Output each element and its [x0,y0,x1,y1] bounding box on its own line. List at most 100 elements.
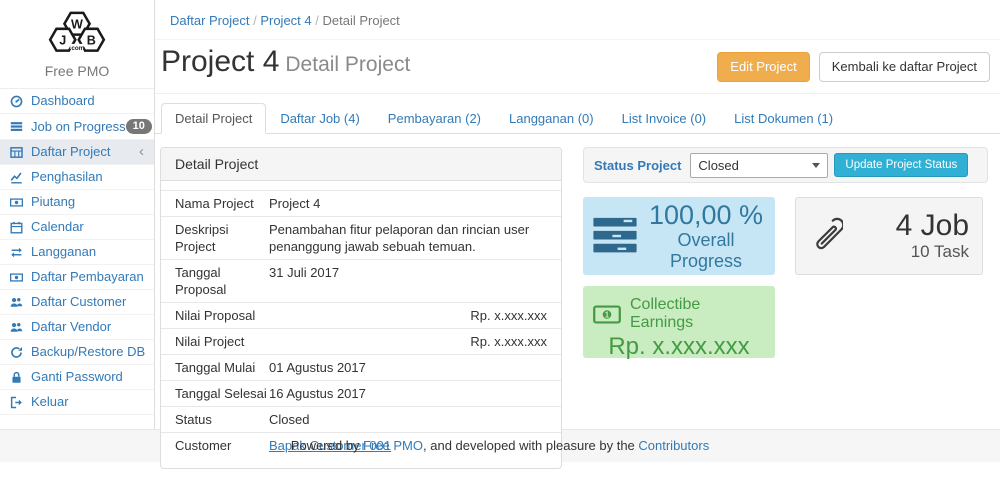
free-pmo-app: W J B .com Free PMO Dashboard [0,0,1000,478]
tab-label: Langganan (0) [495,103,608,134]
update-project-status-button[interactable]: Update Project Status [834,153,968,177]
detail-row-status: Status Closed [161,406,561,432]
sidebar-item-label: Penghasilan [31,170,103,184]
sidebar: W J B .com Free PMO Dashboard [0,0,155,429]
sidebar-item-dashboard[interactable]: Dashboard [0,89,154,114]
breadcrumb-item-daftar-project: Daftar Project / [170,13,260,28]
sidebar-item-label: Dashboard [31,94,95,108]
users-icon [10,320,25,334]
contributors-link[interactable]: Contributors [638,438,709,453]
back-to-project-list-button[interactable]: Kembali ke daftar Project [819,52,990,82]
sidebar-item-label: Daftar Customer [31,295,126,309]
header-buttons: Edit Project Kembali ke daftar Project [717,52,990,82]
progress-text: 100,00 % Overall Progress [647,200,765,272]
sidebar-item-label: Daftar Pembayaran [31,270,144,284]
jwb-hexagon-logo-icon: W J B .com [34,7,120,59]
tab-pembayaran-2[interactable]: Pembayaran (2) [374,103,495,134]
svg-text:W: W [71,17,83,31]
tab-label: Detail Project [161,103,266,134]
chevron-left-icon: ‹ [139,147,144,157]
field-label: Customer [175,437,269,454]
detail-row-tanggal-mulai: Tanggal Mulai 01 Agustus 2017 [161,354,561,380]
caret-down-icon [812,163,820,168]
field-value: 31 Juli 2017 [269,264,547,298]
earnings-header: 1 Collectibe Earnings [593,296,765,332]
sidebar-item-langganan[interactable]: Langganan [0,240,154,265]
detail-row-nilai-project: Nilai Project Rp. x.xxx.xxx [161,328,561,354]
field-label: Deskripsi Project [175,221,269,255]
field-label: Nilai Proposal [175,307,269,324]
earnings-label: Collectibe Earnings [630,296,765,332]
sidebar-item-backup-restore-db[interactable]: Backup/Restore DB [0,340,154,365]
svg-text:J: J [59,33,66,47]
sidebar-item-keluar[interactable]: Keluar [0,390,154,415]
tab-label: Pembayaran (2) [374,103,495,134]
breadcrumb-separator: / [312,13,323,28]
table-icon [10,145,25,159]
sidebar-item-label: Daftar Vendor [31,320,111,334]
field-label: Status [175,411,269,428]
stats-row: 100,00 % Overall Progress 4 [583,197,988,275]
breadcrumb-label[interactable]: Project 4 [260,13,311,28]
sidebar-item-calendar[interactable]: Calendar [0,215,154,240]
edit-project-button[interactable]: Edit Project [717,52,809,82]
tab-list-invoice-0[interactable]: List Invoice (0) [608,103,721,134]
tab-detail-project[interactable]: Detail Project [161,103,266,134]
tab-label: List Dokumen (1) [720,103,847,134]
refresh-icon [10,345,25,359]
svg-text:B: B [87,33,96,47]
detail-table: Nama Project Project 4 Deskripsi Project… [161,181,561,468]
field-label: Tanggal Proposal [175,264,269,298]
field-value: 01 Agustus 2017 [269,359,547,376]
breadcrumb-label[interactable]: Daftar Project [170,13,249,28]
sidebar-item-job-on-progress[interactable]: Job on Progress 10 [0,114,154,140]
breadcrumb-label: Detail Project [322,13,399,28]
tab-label: List Invoice (0) [608,103,721,134]
sidebar-item-ganti-password[interactable]: Ganti Password [0,365,154,390]
status-select[interactable]: Closed [690,153,828,178]
money-icon [10,270,25,284]
field-value: Closed [269,411,547,428]
page-title: Project 4Detail Project [161,45,410,82]
collectible-earnings-box: 1 Collectibe Earnings Rp. x.xxx.xxx [583,286,775,358]
content-area: Detail Project Nama Project Project 4 De… [155,134,1000,469]
breadcrumb-item-detail-project: Detail Project [322,13,399,28]
field-label: Nama Project [175,195,269,212]
sidebar-item-daftar-project[interactable]: Daftar Project ‹ [0,140,154,165]
dashboard-icon [10,94,25,108]
field-value: Rp. x.xxx.xxx [269,333,547,350]
tab-daftar-job-4[interactable]: Daftar Job (4) [266,103,373,134]
progress-label: Overall Progress [647,230,765,272]
sidebar-item-label: Piutang [31,195,75,209]
free-pmo-link[interactable]: Free PMO [363,438,423,453]
tasks-value: 10 Task [896,242,969,262]
sidebar-item-piutang[interactable]: Piutang [0,190,154,215]
sidebar-item-daftar-pembayaran[interactable]: Daftar Pembayaran [0,265,154,290]
sidebar-item-label: Calendar [31,220,84,234]
tab-langganan-0[interactable]: Langganan (0) [495,103,608,134]
tasks-icon [593,217,637,255]
tab-label: Daftar Job (4) [266,103,373,134]
paperclip-icon [809,215,843,257]
earnings-value: Rp. x.xxx.xxx [593,333,765,361]
field-value: Penambahan fitur pelaporan dan rincian u… [269,221,547,255]
detail-row-deskripsi-project: Deskripsi Project Penambahan fitur pelap… [161,216,561,259]
jobs-value: 4 Job [896,210,969,242]
breadcrumb: Daftar Project / Project 4 / Detail Proj… [155,0,1000,40]
page-header: Project 4Detail Project Edit Project Kem… [155,40,1000,94]
jobs-box: 4 Job 10 Task [795,197,983,275]
detail-row-tanggal-proposal: Tanggal Proposal 31 Juli 2017 [161,259,561,302]
line-chart-icon [10,170,25,184]
tab-list-dokumen-1[interactable]: List Dokumen (1) [720,103,847,134]
sidebar-item-penghasilan[interactable]: Penghasilan [0,165,154,190]
sidebar-item-daftar-customer[interactable]: Daftar Customer [0,290,154,315]
field-value: 16 Agustus 2017 [269,385,547,402]
right-column: Status Project Closed Update Project Sta… [583,147,988,358]
panel-title: Detail Project [161,148,561,181]
logo[interactable]: W J B .com Free PMO [0,0,154,83]
sidebar-item-daftar-vendor[interactable]: Daftar Vendor [0,315,154,340]
main-content: Daftar Project / Project 4 / Detail Proj… [155,0,1000,429]
field-label: Nilai Project [175,333,269,350]
retweet-icon [10,245,25,259]
sign-out-icon [10,395,25,409]
